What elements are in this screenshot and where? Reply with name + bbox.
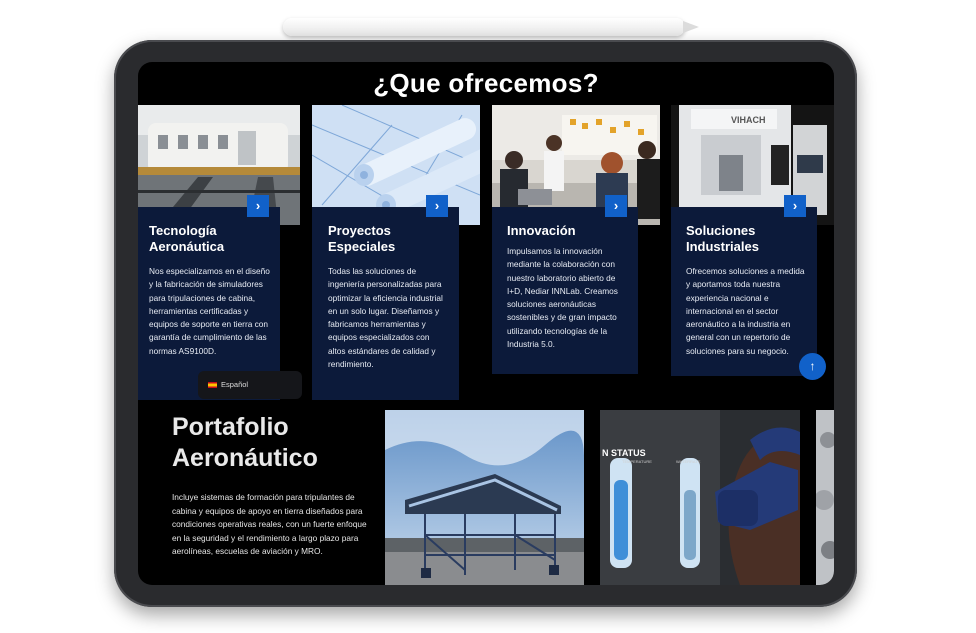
temperature-label: TEMPERATURE <box>622 459 652 464</box>
service-card-2[interactable]: Proyectos Especiales Todas las solucione… <box>312 207 459 400</box>
service-card-4[interactable]: Soluciones Industriales Ofrecemos soluci… <box>671 207 817 376</box>
portfolio-title-line2: Aeronáutico <box>172 444 318 472</box>
machine-logo-text: VIHACH <box>731 115 766 125</box>
card-arrow-button-1[interactable]: › <box>247 195 269 217</box>
portfolio-image-vr-training[interactable]: N STATUS TEMPERATURE WATERRATE <box>600 410 800 585</box>
portfolio-title: Portafolio Aeronáutico <box>172 412 372 474</box>
section-title: ¿Que ofrecemos? <box>373 68 599 98</box>
language-selector[interactable]: Español <box>198 371 302 399</box>
card-description: Nos especializamos en el diseño y la fab… <box>149 266 270 356</box>
portfolio-description: Incluye sistemas de formación para tripu… <box>172 492 367 556</box>
chevron-right-icon: › <box>434 198 440 213</box>
card-arrow-button-3[interactable]: › <box>605 195 627 217</box>
chevron-right-icon: › <box>255 198 261 213</box>
portfolio-image-partial[interactable] <box>816 410 834 585</box>
portfolio-title-line1: Portafolio <box>172 413 289 441</box>
stylus-pencil <box>283 18 699 36</box>
card-arrow-button-2[interactable]: › <box>426 195 448 217</box>
portfolio-image-ground-equipment[interactable] <box>385 410 584 585</box>
card-description: Impulsamos la innovación mediante la col… <box>507 246 618 350</box>
spain-flag-icon <box>208 382 217 389</box>
card-title: Tecnología Aeronáutica <box>149 223 225 254</box>
card-description: Todas las soluciones de ingeniería perso… <box>328 266 443 370</box>
language-label: Español <box>221 380 249 389</box>
card-arrow-button-4[interactable]: › <box>784 195 806 217</box>
arrow-up-icon: ↑ <box>809 359 816 373</box>
tablet-screen: ¿Que ofrecemos? VIHACH Tecnología Aeroná… <box>138 62 834 585</box>
status-panel-text: N STATUS <box>602 448 646 458</box>
scroll-top-button[interactable]: ↑ <box>799 353 826 380</box>
card-title: Soluciones Industriales <box>686 223 759 254</box>
card-description: Ofrecemos soluciones a medida y aportamo… <box>686 266 805 356</box>
card-title: Innovación <box>507 223 576 238</box>
service-card-3[interactable]: Innovación Impulsamos la innovación medi… <box>492 207 638 374</box>
card-title: Proyectos Especiales <box>328 223 396 254</box>
waterrate-label: WATERRATE <box>676 459 701 464</box>
chevron-right-icon: › <box>792 198 798 213</box>
chevron-right-icon: › <box>613 198 619 213</box>
